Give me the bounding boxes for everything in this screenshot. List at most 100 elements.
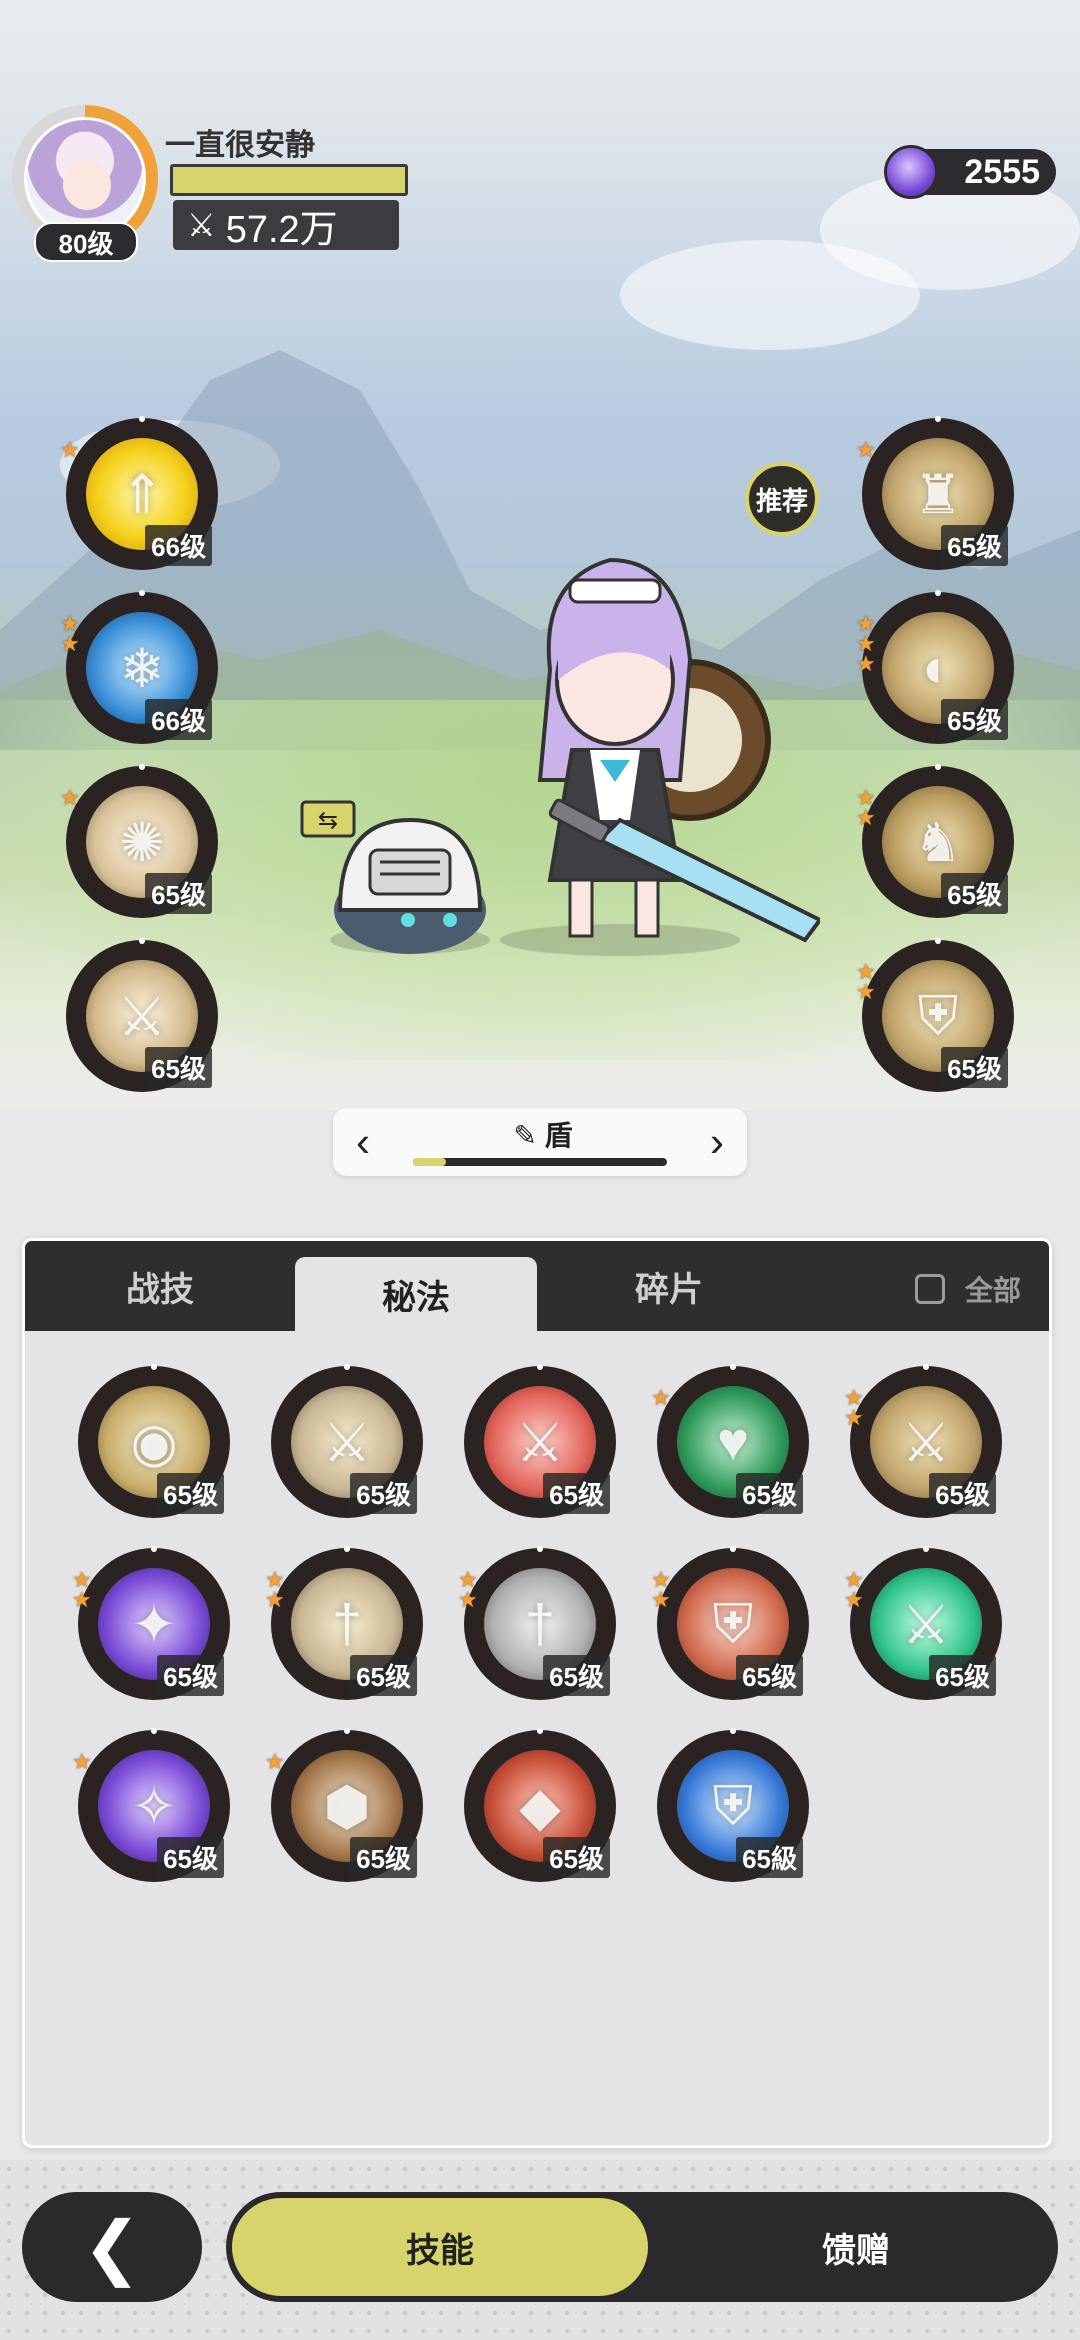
next-weapon-button[interactable]: › bbox=[697, 1118, 737, 1166]
skill-level: 65级 bbox=[543, 1473, 610, 1514]
skill-badge[interactable]: ♞ ★ ★ 65级 bbox=[856, 764, 1014, 918]
badge-pin bbox=[344, 1728, 350, 1734]
skill-level: 65级 bbox=[929, 1655, 996, 1696]
badge-pin bbox=[151, 1728, 157, 1734]
player-name: 一直很安静 bbox=[165, 129, 315, 162]
badge-pin bbox=[730, 1364, 736, 1370]
star-rank-icon: ★ ★ bbox=[856, 959, 876, 1004]
skill-badge[interactable]: ⚔ ★ ★ 65级 bbox=[844, 1546, 1002, 1700]
skill-level: 65级 bbox=[929, 1473, 996, 1514]
star-rank-icon: ★ bbox=[60, 785, 80, 810]
skill-level: 65級 bbox=[736, 1837, 803, 1878]
star-rank-icon: ★ bbox=[856, 437, 876, 462]
badge-pin bbox=[344, 1364, 350, 1370]
chevron-left-icon: ❮ bbox=[82, 2208, 142, 2286]
star-rank-icon: ★ ★ bbox=[60, 611, 80, 656]
skill-badge[interactable]: ⚔ 65级 bbox=[66, 938, 218, 1092]
skill-badge[interactable]: ⛨ ★ ★ 65级 bbox=[651, 1546, 809, 1700]
star-rank-icon: ★ bbox=[651, 1385, 671, 1410]
star-rank-icon: ★ ★ bbox=[844, 1567, 864, 1612]
edit-icon: ✎ bbox=[513, 1120, 537, 1151]
badge-pin bbox=[139, 416, 145, 422]
prev-weapon-button[interactable]: ‹ bbox=[343, 1118, 383, 1166]
skill-badge[interactable]: ✦ ★ ★ 65级 bbox=[72, 1546, 230, 1700]
badge-pin bbox=[935, 590, 941, 596]
skill-level: 66级 bbox=[145, 525, 212, 566]
skill-level: 65级 bbox=[145, 1047, 212, 1088]
skill-badge[interactable]: ⚔ 65级 bbox=[271, 1364, 423, 1518]
currency-amount: 2555 bbox=[964, 152, 1040, 191]
badge-pin bbox=[923, 1364, 929, 1370]
star-rank-icon: ★ ★ bbox=[651, 1567, 671, 1612]
checkbox[interactable] bbox=[914, 1274, 945, 1304]
skill-badge[interactable]: ⬢ ★ 65级 bbox=[265, 1728, 423, 1882]
star-rank-icon: ★ ★ bbox=[844, 1385, 864, 1430]
weapon-name-wrap[interactable]: ✎ 盾 bbox=[483, 1114, 603, 1154]
skill-badge[interactable]: ⚔ ★ ★ 65级 bbox=[844, 1364, 1002, 1518]
skill-badge[interactable]: ✧ ★ 65级 bbox=[72, 1728, 230, 1882]
skill-level: 65级 bbox=[941, 525, 1008, 566]
skill-badge[interactable]: † ★ ★ 65级 bbox=[265, 1546, 423, 1700]
currency-display[interactable]: 2555 bbox=[884, 145, 1056, 199]
gifts-tab[interactable]: 馈赠 bbox=[666, 2198, 1046, 2296]
weapon-selector: ‹ ✎ 盾 › bbox=[333, 1108, 747, 1176]
skill-badge[interactable]: ⛨ 65級 bbox=[657, 1728, 809, 1882]
skill-level: 65级 bbox=[157, 1837, 224, 1878]
skill-level: 65级 bbox=[941, 1047, 1008, 1088]
tab-arcana[interactable]: 秘法 bbox=[295, 1257, 537, 1331]
star-rank-icon: ★ bbox=[60, 437, 80, 462]
badge-pin bbox=[935, 416, 941, 422]
badge-pin bbox=[730, 1728, 736, 1734]
tab-bar: 战技 秘法 碎片 全部 bbox=[25, 1241, 1049, 1331]
skill-badge[interactable]: ⚔ 65级 bbox=[464, 1364, 616, 1518]
skill-badge[interactable]: ❄ ★ ★ 66级 bbox=[60, 590, 218, 744]
badge-pin bbox=[151, 1546, 157, 1552]
star-rank-icon: ★ ★ bbox=[72, 1567, 92, 1612]
skill-level: 65级 bbox=[350, 1473, 417, 1514]
skills-tab[interactable]: 技能 bbox=[232, 2198, 648, 2296]
avatar[interactable] bbox=[24, 117, 146, 239]
skill-badge[interactable]: ◆ 65级 bbox=[464, 1728, 616, 1882]
title-bar bbox=[170, 164, 408, 196]
skill-badge[interactable]: ◐ ★ ★ ★ 65级 bbox=[856, 590, 1014, 744]
select-all-filter[interactable]: 全部 bbox=[914, 1269, 1021, 1309]
combat-power: ⚔ 57.2万 bbox=[173, 200, 399, 251]
skill-badge[interactable]: ◉ 65级 bbox=[78, 1364, 230, 1518]
star-rank-icon: ★ ★ bbox=[458, 1567, 478, 1612]
skill-badge[interactable]: ⇑ ★ 66级 bbox=[60, 416, 218, 570]
select-all-label: 全部 bbox=[964, 1275, 1021, 1306]
star-rank-icon: ★ ★ bbox=[856, 785, 876, 830]
recommend-badge[interactable]: 推荐 bbox=[745, 462, 819, 536]
star-rank-icon: ★ bbox=[265, 1749, 285, 1774]
tab-combat-skills[interactable]: 战技 bbox=[25, 1241, 295, 1331]
skill-badge[interactable]: ⛨ ★ ★ 65级 bbox=[856, 938, 1014, 1092]
badge-pin bbox=[730, 1546, 736, 1552]
skill-level: 65级 bbox=[736, 1473, 803, 1514]
bottom-segment: 技能 馈赠 bbox=[226, 2192, 1058, 2302]
skill-level: 65级 bbox=[543, 1837, 610, 1878]
badge-pin bbox=[935, 938, 941, 944]
skill-badge[interactable]: ♜ ★ 65级 bbox=[856, 416, 1014, 570]
skill-level: 65级 bbox=[941, 699, 1008, 740]
weapon-progress-fill bbox=[413, 1158, 447, 1166]
star-rank-icon: ★ ★ ★ bbox=[856, 611, 876, 676]
tab-fragments[interactable]: 碎片 bbox=[537, 1241, 801, 1331]
skill-level: 65级 bbox=[157, 1473, 224, 1514]
svg-text:⇆: ⇆ bbox=[318, 806, 338, 834]
skill-badge[interactable]: ♥ ★ 65级 bbox=[651, 1364, 809, 1518]
crossed-swords-icon: ⚔ bbox=[187, 207, 216, 243]
power-value: 57.2万 bbox=[225, 208, 338, 251]
back-button[interactable]: ❮ bbox=[22, 2192, 202, 2302]
badge-pin bbox=[139, 590, 145, 596]
badge-pin bbox=[344, 1546, 350, 1552]
skill-badge[interactable]: ✺ ★ 65级 bbox=[60, 764, 218, 918]
skill-level: 65级 bbox=[350, 1837, 417, 1878]
badge-pin bbox=[935, 764, 941, 770]
purple-gem-icon bbox=[884, 145, 938, 199]
skill-level: 65级 bbox=[157, 1655, 224, 1696]
weapon-name: 盾 bbox=[544, 1120, 573, 1151]
badge-pin bbox=[537, 1364, 543, 1370]
skill-badge[interactable]: † ★ ★ 65级 bbox=[458, 1546, 616, 1700]
badge-pin bbox=[139, 938, 145, 944]
badge-pin bbox=[537, 1728, 543, 1734]
